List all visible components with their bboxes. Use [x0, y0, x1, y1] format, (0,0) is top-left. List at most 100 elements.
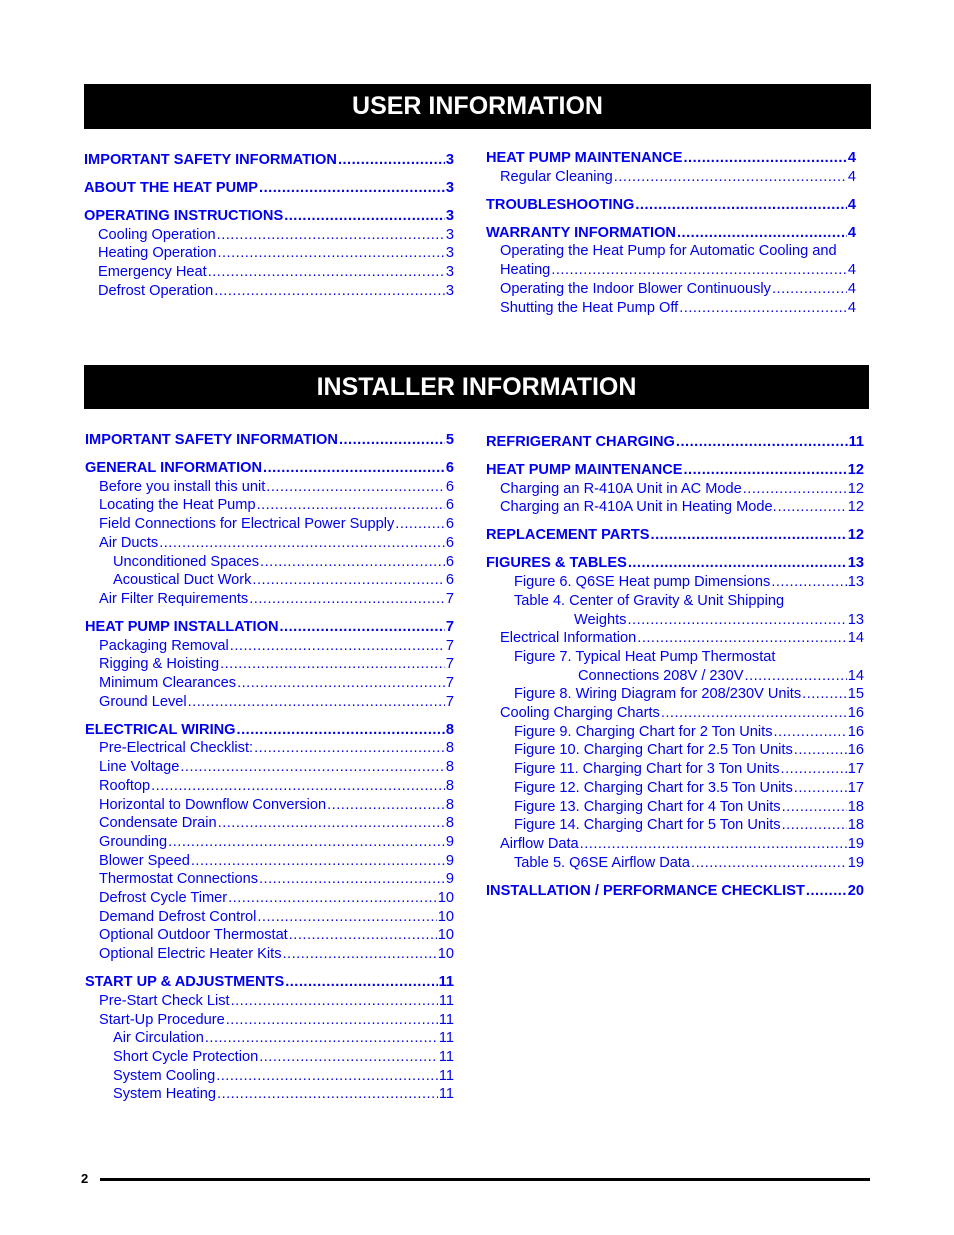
toc-leader-dots [254, 739, 445, 758]
toc-entry-table-5-q6se-airflow-data[interactable]: Table 5. Q6SE Airflow Data 19 [486, 854, 864, 873]
toc-entry-line-voltage[interactable]: Line Voltage 8 [85, 758, 454, 777]
installer-toc-left-column: IMPORTANT SAFETY INFORMATION 5 GENERAL INF… [85, 431, 454, 1104]
toc-entry-before-you-install-this-unit[interactable]: Before you install this unit 6 [85, 478, 454, 497]
toc-section-about-the-heat-pump[interactable]: ABOUT THE HEAT PUMP 3 [84, 179, 454, 198]
toc-entry-title: Cooling Operation [98, 226, 216, 243]
user-toc-right-column: HEAT PUMP MAINTENANCE4Regular Cleaning4 T… [486, 149, 856, 317]
toc-entry-title: Figure 12. Charging Chart for 3.5 Ton Un… [514, 779, 793, 796]
toc-entry-acoustical-duct-work[interactable]: Acoustical Duct Work 6 [85, 571, 454, 590]
toc-page-number: 4 [847, 299, 856, 316]
installer-information-title: INSTALLER INFORMATION [316, 372, 637, 401]
toc-section-replacement-parts[interactable]: REPLACEMENT PARTS 12 [486, 526, 864, 545]
toc-entry-air-circulation[interactable]: Air Circulation 11 [85, 1029, 454, 1048]
toc-entry-pre-start-check-list[interactable]: Pre-Start Check List 11 [85, 992, 454, 1011]
toc-entry-defrost-operation[interactable]: Defrost Operation 3 [84, 282, 454, 301]
toc-entry-grounding[interactable]: Grounding 9 [85, 833, 454, 852]
toc-leader-dots [794, 779, 847, 798]
toc-entry-title: Blower Speed [99, 852, 190, 869]
toc-entry-airflow-data[interactable]: Airflow Data 19 [486, 835, 864, 854]
toc-entry-title: Electrical Information [500, 630, 637, 647]
toc-entry-system-cooling[interactable]: System Cooling 11 [85, 1067, 454, 1086]
toc-section-general-information[interactable]: GENERAL INFORMATION 6 [85, 459, 454, 478]
toc-entry-heating-operation[interactable]: Heating Operation 3 [84, 244, 454, 263]
toc-page-number: 16 [847, 723, 864, 740]
toc-entry-operating-the-heat-pump-for-automatic-cooling-and[interactable]: Heating 4 [486, 261, 856, 280]
toc-entry-operating-the-heat-pump-for-automatic-cooling-and-line1[interactable]: Operating the Heat Pump for Automatic Co… [486, 242, 856, 261]
toc-entry-cooling-charging-charts[interactable]: Cooling Charging Charts 16 [486, 704, 864, 723]
toc-entry-start-up-procedure[interactable]: Start-Up Procedure 11 [85, 1011, 454, 1030]
toc-page-number: 5 [445, 432, 454, 448]
toc-leader-dots [683, 461, 846, 480]
toc-entry-title: OPERATING INSTRUCTIONS [84, 208, 284, 224]
toc-entry-figure-6-q6se-heat-pump-dimensions[interactable]: Figure 6. Q6SE Heat pump Dimensions 13 [486, 573, 864, 592]
toc-entry-emergency-heat[interactable]: Emergency Heat 3 [84, 263, 454, 282]
toc-section-heat-pump-maintenance[interactable]: HEAT PUMP MAINTENANCE 4 [486, 149, 856, 168]
toc-leader-dots [289, 926, 437, 945]
toc-leader-dots [774, 723, 847, 742]
toc-leader-dots [339, 431, 445, 450]
footer-page-number: 2 [81, 1171, 89, 1186]
toc-section-start-up-adjustments[interactable]: START UP & ADJUSTMENTS 11 [85, 973, 454, 992]
toc-entry-defrost-cycle-timer[interactable]: Defrost Cycle Timer 10 [85, 889, 454, 908]
toc-section-heat-pump-maintenance[interactable]: HEAT PUMP MAINTENANCE 12 [486, 461, 864, 480]
toc-section-heat-pump-installation[interactable]: HEAT PUMP INSTALLATION 7 [85, 618, 454, 637]
toc-entry-air-ducts[interactable]: Air Ducts 6 [85, 534, 454, 553]
toc-entry-figure-7-typical-heat-pump-thermostat[interactable]: Connections 208V / 230V 14 [486, 667, 864, 686]
toc-entry-demand-defrost-control[interactable]: Demand Defrost Control 10 [85, 908, 454, 927]
toc-section-electrical-wiring[interactable]: ELECTRICAL WIRING 8 [85, 721, 454, 740]
toc-entry-title: Short Cycle Protection [113, 1048, 259, 1065]
toc-entry-operating-the-indoor-blower-continuously[interactable]: Operating the Indoor Blower Continuously… [486, 280, 856, 299]
toc-section-figures-tables[interactable]: FIGURES & TABLES 13 [486, 554, 864, 573]
toc-entry-electrical-information[interactable]: Electrical Information 14 [486, 629, 864, 648]
toc-page-number: 4 [847, 280, 856, 297]
toc-leader-dots [188, 693, 445, 712]
toc-entry-ground-level[interactable]: Ground Level 7 [85, 693, 454, 712]
toc-entry-optional-outdoor-thermostat[interactable]: Optional Outdoor Thermostat 10 [85, 926, 454, 945]
toc-entry-rooftop[interactable]: Rooftop 8 [85, 777, 454, 796]
toc-entry-field-connections-for-electrical-power-supply[interactable]: Field Connections for Electrical Power S… [85, 515, 454, 534]
toc-entry-regular-cleaning[interactable]: Regular Cleaning 4 [486, 168, 856, 187]
toc-entry-system-heating[interactable]: System Heating 11 [85, 1085, 454, 1104]
toc-entry-figure-13-charging-chart-for-4-ton-units[interactable]: Figure 13. Charging Chart for 4 Ton Unit… [486, 798, 864, 817]
toc-entry-charging-an-r-410a-unit-in-heating-mode[interactable]: Charging an R-410A Unit in Heating Mode.… [486, 498, 864, 517]
toc-entry-rigging-hoisting[interactable]: Rigging & Hoisting 7 [85, 655, 454, 674]
toc-entry-figure-8-wiring-diagram-for-208-230v-units[interactable]: Figure 8. Wiring Diagram for 208/230V Un… [486, 685, 864, 704]
toc-section-important-safety-information[interactable]: IMPORTANT SAFETY INFORMATION 3 [84, 151, 454, 170]
toc-entry-pre-electrical-checklist[interactable]: Pre-Electrical Checklist: 8 [85, 739, 454, 758]
toc-leader-dots [677, 224, 847, 243]
toc-entry-blower-speed[interactable]: Blower Speed 9 [85, 852, 454, 871]
toc-entry-figure-11-charging-chart-for-3-ton-units[interactable]: Figure 11. Charging Chart for 3 Ton Unit… [486, 760, 864, 779]
toc-entry-packaging-removal[interactable]: Packaging Removal 7 [85, 637, 454, 656]
toc-section-refrigerant-charging[interactable]: REFRIGERANT CHARGING 11 [486, 433, 864, 452]
toc-entry-figure-9-charging-chart-for-2-ton-units[interactable]: Figure 9. Charging Chart for 2 Ton Units… [486, 723, 864, 742]
toc-entry-minimum-clearances[interactable]: Minimum Clearances 7 [85, 674, 454, 693]
toc-entry-charging-an-r-410a-unit-in-ac-mode[interactable]: Charging an R-410A Unit in AC Mode 12 [486, 480, 864, 499]
toc-section-troubleshooting[interactable]: TROUBLESHOOTING 4 [486, 196, 856, 215]
toc-section-operating-instructions[interactable]: OPERATING INSTRUCTIONS 3 [84, 207, 454, 226]
toc-entry-figure-12-charging-chart-for-3-5-ton-units[interactable]: Figure 12. Charging Chart for 3.5 Ton Un… [486, 779, 864, 798]
toc-leader-dots [208, 263, 445, 282]
toc-section-warranty-information[interactable]: WARRANTY INFORMATION 4 [486, 224, 856, 243]
toc-entry-figure-10-charging-chart-for-2-5-ton-units[interactable]: Figure 10. Charging Chart for 2.5 Ton Un… [486, 741, 864, 760]
toc-entry-cooling-operation[interactable]: Cooling Operation 3 [84, 226, 454, 245]
toc-leader-dots [266, 478, 445, 497]
toc-entry-thermostat-connections[interactable]: Thermostat Connections 9 [85, 870, 454, 889]
toc-section-important-safety-information[interactable]: IMPORTANT SAFETY INFORMATION 5 [85, 431, 454, 450]
toc-entry-locating-the-heat-pump[interactable]: Locating the Heat Pump 6 [85, 496, 454, 515]
toc-page-number: 3 [445, 264, 454, 281]
toc-entry-title: Start-Up Procedure [99, 1011, 225, 1028]
toc-section-installation-performance-checklist[interactable]: INSTALLATION / PERFORMANCE CHECKLIST 20 [486, 882, 864, 901]
toc-page-number: 7 [445, 590, 454, 607]
toc-entry-unconditioned-spaces[interactable]: Unconditioned Spaces 6 [85, 553, 454, 572]
toc-entry-table-4-center-of-gravity-unit-shipping[interactable]: Weights 13 [486, 611, 864, 630]
toc-entry-shutting-the-heat-pump-off[interactable]: Shutting the Heat Pump Off 4 [486, 299, 856, 318]
toc-entry-figure-7-typical-heat-pump-thermostat-line1[interactable]: Figure 7. Typical Heat Pump Thermostat [486, 648, 864, 667]
toc-entry-optional-electric-heater-kits[interactable]: Optional Electric Heater Kits 10 [85, 945, 454, 964]
toc-entry-air-filter-requirements[interactable]: Air Filter Requirements 7 [85, 590, 454, 609]
toc-page-number: 13 [847, 574, 864, 591]
toc-entry-table-4-center-of-gravity-unit-shipping-line1[interactable]: Table 4. Center of Gravity & Unit Shippi… [486, 592, 864, 611]
toc-entry-figure-14-charging-chart-for-5-ton-units[interactable]: Figure 14. Charging Chart for 5 Ton Unit… [486, 816, 864, 835]
toc-entry-condensate-drain[interactable]: Condensate Drain 8 [85, 814, 454, 833]
toc-entry-short-cycle-protection[interactable]: Short Cycle Protection 11 [85, 1048, 454, 1067]
toc-entry-horizontal-to-downflow-conversion[interactable]: Horizontal to Downflow Conversion 8 [85, 796, 454, 815]
